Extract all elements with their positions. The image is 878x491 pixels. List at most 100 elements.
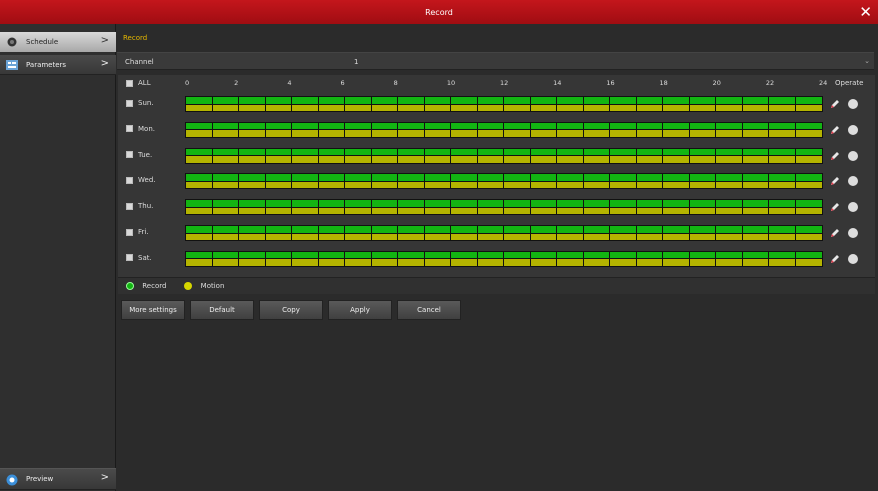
hour-cell[interactable] bbox=[318, 174, 345, 189]
hour-cell[interactable] bbox=[530, 148, 557, 163]
day-checkbox[interactable]: Fri. bbox=[118, 228, 181, 236]
sidebar-item-schedule[interactable]: Schedule > bbox=[0, 32, 116, 52]
day-schedule-bar[interactable] bbox=[185, 173, 823, 190]
hour-cell[interactable] bbox=[318, 226, 345, 240]
copy-button[interactable]: Copy bbox=[259, 300, 323, 320]
hour-cell[interactable] bbox=[186, 148, 213, 163]
hour-cell[interactable] bbox=[371, 148, 398, 163]
hour-cell[interactable] bbox=[398, 174, 425, 189]
hour-cell[interactable] bbox=[504, 122, 531, 137]
hour-cell[interactable] bbox=[504, 174, 531, 189]
hour-cell[interactable] bbox=[795, 148, 822, 163]
channel-select[interactable]: 1 bbox=[354, 58, 358, 66]
hour-cell[interactable] bbox=[212, 251, 239, 266]
channel-row[interactable]: Channel 1 ⌄ bbox=[117, 52, 874, 70]
hour-cell[interactable] bbox=[477, 148, 504, 163]
pencil-icon[interactable] bbox=[830, 254, 840, 264]
hour-cell[interactable] bbox=[371, 174, 398, 189]
hour-cell[interactable] bbox=[742, 97, 769, 111]
hour-cell[interactable] bbox=[345, 148, 372, 163]
hour-cell[interactable] bbox=[557, 200, 584, 215]
hour-cell[interactable] bbox=[424, 97, 451, 111]
hour-cell[interactable] bbox=[451, 226, 478, 240]
pencil-icon[interactable] bbox=[830, 202, 840, 212]
hour-cell[interactable] bbox=[451, 200, 478, 215]
hour-cell[interactable] bbox=[663, 97, 690, 111]
hour-cell[interactable] bbox=[345, 226, 372, 240]
hour-cell[interactable] bbox=[292, 122, 319, 137]
hour-cell[interactable] bbox=[424, 200, 451, 215]
hour-cell[interactable] bbox=[742, 122, 769, 137]
hour-cell[interactable] bbox=[186, 251, 213, 266]
hour-cell[interactable] bbox=[557, 97, 584, 111]
hour-cell[interactable] bbox=[795, 226, 822, 240]
hour-cell[interactable] bbox=[504, 200, 531, 215]
sidebar-item-parameters[interactable]: Parameters > bbox=[0, 55, 116, 75]
select-all-checkbox[interactable]: ALL bbox=[118, 79, 181, 87]
hour-cell[interactable] bbox=[424, 122, 451, 137]
hour-cell[interactable] bbox=[186, 226, 213, 240]
hour-cell[interactable] bbox=[610, 251, 637, 266]
hour-cell[interactable] bbox=[212, 97, 239, 111]
hour-cell[interactable] bbox=[663, 174, 690, 189]
hour-cell[interactable] bbox=[265, 97, 292, 111]
hour-cell[interactable] bbox=[398, 251, 425, 266]
hour-cell[interactable] bbox=[610, 200, 637, 215]
hour-cell[interactable] bbox=[186, 174, 213, 189]
hour-cell[interactable] bbox=[583, 200, 610, 215]
hour-cell[interactable] bbox=[265, 226, 292, 240]
day-schedule-bar[interactable] bbox=[185, 147, 823, 164]
gear-icon[interactable] bbox=[849, 203, 857, 212]
hour-cell[interactable] bbox=[504, 251, 531, 266]
hour-cell[interactable] bbox=[583, 148, 610, 163]
hour-cell[interactable] bbox=[769, 174, 796, 189]
hour-cell[interactable] bbox=[345, 174, 372, 189]
hour-cell[interactable] bbox=[371, 122, 398, 137]
hour-cell[interactable] bbox=[636, 174, 663, 189]
hour-cell[interactable] bbox=[504, 226, 531, 240]
cancel-button[interactable]: Cancel bbox=[397, 300, 461, 320]
hour-cell[interactable] bbox=[292, 251, 319, 266]
gear-icon[interactable] bbox=[849, 229, 857, 237]
hour-cell[interactable] bbox=[239, 174, 266, 189]
gear-icon[interactable] bbox=[849, 254, 857, 263]
hour-cell[interactable] bbox=[451, 174, 478, 189]
day-schedule-bar[interactable] bbox=[185, 121, 823, 138]
hour-cell[interactable] bbox=[742, 251, 769, 266]
hour-cell[interactable] bbox=[795, 97, 822, 111]
hour-cell[interactable] bbox=[345, 122, 372, 137]
hour-cell[interactable] bbox=[345, 97, 372, 111]
hour-cell[interactable] bbox=[477, 174, 504, 189]
hour-cell[interactable] bbox=[610, 148, 637, 163]
hour-cell[interactable] bbox=[239, 226, 266, 240]
hour-cell[interactable] bbox=[398, 97, 425, 111]
hour-cell[interactable] bbox=[265, 148, 292, 163]
hour-cell[interactable] bbox=[689, 97, 716, 111]
hour-cell[interactable] bbox=[318, 122, 345, 137]
hour-cell[interactable] bbox=[292, 226, 319, 240]
hour-cell[interactable] bbox=[689, 122, 716, 137]
day-schedule-bar[interactable] bbox=[185, 225, 823, 241]
hour-cell[interactable] bbox=[371, 226, 398, 240]
day-checkbox[interactable]: Mon. bbox=[118, 125, 181, 133]
hour-cell[interactable] bbox=[583, 122, 610, 137]
hour-cell[interactable] bbox=[610, 226, 637, 240]
hour-cell[interactable] bbox=[769, 200, 796, 215]
default-button[interactable]: Default bbox=[190, 300, 254, 320]
hour-cell[interactable] bbox=[769, 251, 796, 266]
hour-cell[interactable] bbox=[318, 200, 345, 215]
hour-cell[interactable] bbox=[636, 226, 663, 240]
hour-cell[interactable] bbox=[689, 174, 716, 189]
hour-cell[interactable] bbox=[742, 174, 769, 189]
hour-cell[interactable] bbox=[318, 148, 345, 163]
hour-cell[interactable] bbox=[212, 122, 239, 137]
hour-cell[interactable] bbox=[716, 97, 743, 111]
hour-cell[interactable] bbox=[636, 97, 663, 111]
pencil-icon[interactable] bbox=[830, 151, 840, 161]
hour-cell[interactable] bbox=[583, 226, 610, 240]
hour-cell[interactable] bbox=[557, 251, 584, 266]
hour-cell[interactable] bbox=[663, 200, 690, 215]
hour-cell[interactable] bbox=[345, 200, 372, 215]
hour-cell[interactable] bbox=[239, 251, 266, 266]
hour-cell[interactable] bbox=[265, 251, 292, 266]
